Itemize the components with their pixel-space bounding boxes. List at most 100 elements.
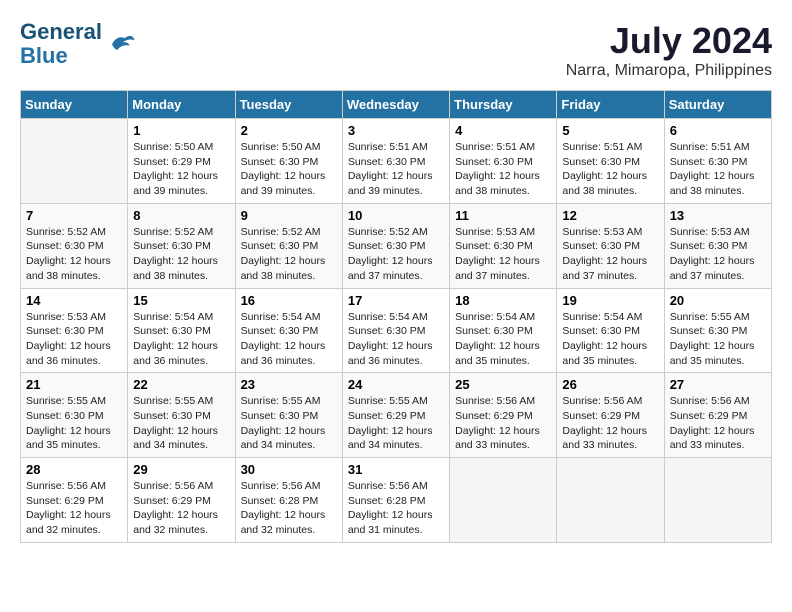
calendar-cell: 23 Sunrise: 5:55 AM Sunset: 6:30 PM Dayli…	[235, 373, 342, 458]
page-header: GeneralBlue July 2024 Narra, Mimaropa, P…	[20, 20, 772, 80]
logo-text: GeneralBlue	[20, 20, 102, 68]
day-number: 21	[26, 377, 122, 392]
calendar-cell	[557, 458, 664, 543]
weekday-header-tuesday: Tuesday	[235, 91, 342, 119]
calendar-cell: 25Sunrise: 5:56 AM Sunset: 6:29 PM Dayli…	[450, 373, 557, 458]
day-number: 11	[455, 208, 551, 223]
calendar-cell: 4 Sunrise: 5:51 AM Sunset: 6:30 PM Daylig…	[450, 119, 557, 204]
logo-bird-icon	[106, 29, 136, 59]
cell-content: Sunrise: 5:51 AM Sunset: 6:30 PM Dayligh…	[670, 140, 766, 199]
day-number: 12	[562, 208, 658, 223]
cell-content: Sunrise: 5:51 AM Sunset: 6:30 PM Dayligh…	[562, 140, 658, 199]
weekday-header-monday: Monday	[128, 91, 235, 119]
cell-content: Sunrise: 5:55 AM Sunset: 6:30 PM Dayligh…	[241, 394, 337, 453]
day-number: 8	[133, 208, 229, 223]
day-number: 18	[455, 293, 551, 308]
calendar-cell: 27 Sunrise: 5:56 AM Sunset: 6:29 PM Dayli…	[664, 373, 771, 458]
cell-content: Sunrise: 5:53 AM Sunset: 6:30 PM Dayligh…	[26, 310, 122, 369]
calendar-cell: 29 Sunrise: 5:56 AM Sunset: 6:29 PM Dayli…	[128, 458, 235, 543]
calendar-cell: 17Sunrise: 5:54 AM Sunset: 6:30 PM Dayli…	[342, 288, 449, 373]
weekday-header-wednesday: Wednesday	[342, 91, 449, 119]
calendar-week-row: 7 Sunrise: 5:52 AM Sunset: 6:30 PM Daylig…	[21, 203, 772, 288]
day-number: 4	[455, 123, 551, 138]
calendar-cell: 30Sunrise: 5:56 AM Sunset: 6:28 PM Dayli…	[235, 458, 342, 543]
day-number: 5	[562, 123, 658, 138]
cell-content: Sunrise: 5:54 AM Sunset: 6:30 PM Dayligh…	[455, 310, 551, 369]
cell-content: Sunrise: 5:56 AM Sunset: 6:29 PM Dayligh…	[562, 394, 658, 453]
cell-content: Sunrise: 5:52 AM Sunset: 6:30 PM Dayligh…	[241, 225, 337, 284]
calendar-cell: 2 Sunrise: 5:50 AM Sunset: 6:30 PM Daylig…	[235, 119, 342, 204]
day-number: 6	[670, 123, 766, 138]
day-number: 27	[670, 377, 766, 392]
day-number: 15	[133, 293, 229, 308]
cell-content: Sunrise: 5:56 AM Sunset: 6:29 PM Dayligh…	[26, 479, 122, 538]
calendar-cell	[450, 458, 557, 543]
day-number: 28	[26, 462, 122, 477]
calendar-cell: 12 Sunrise: 5:53 AM Sunset: 6:30 PM Dayli…	[557, 203, 664, 288]
calendar-cell: 19 Sunrise: 5:54 AM Sunset: 6:30 PM Dayli…	[557, 288, 664, 373]
cell-content: Sunrise: 5:56 AM Sunset: 6:28 PM Dayligh…	[348, 479, 444, 538]
cell-content: Sunrise: 5:50 AM Sunset: 6:30 PM Dayligh…	[241, 140, 337, 199]
calendar-cell: 14Sunrise: 5:53 AM Sunset: 6:30 PM Dayli…	[21, 288, 128, 373]
calendar-cell: 22 Sunrise: 5:55 AM Sunset: 6:30 PM Dayli…	[128, 373, 235, 458]
cell-content: Sunrise: 5:53 AM Sunset: 6:30 PM Dayligh…	[562, 225, 658, 284]
day-number: 1	[133, 123, 229, 138]
calendar-cell: 16Sunrise: 5:54 AM Sunset: 6:30 PM Dayli…	[235, 288, 342, 373]
calendar-cell: 11Sunrise: 5:53 AM Sunset: 6:30 PM Dayli…	[450, 203, 557, 288]
calendar-week-row: 21 Sunrise: 5:55 AM Sunset: 6:30 PM Dayli…	[21, 373, 772, 458]
calendar-cell: 1Sunrise: 5:50 AM Sunset: 6:29 PM Daylig…	[128, 119, 235, 204]
day-number: 20	[670, 293, 766, 308]
calendar-cell: 18 Sunrise: 5:54 AM Sunset: 6:30 PM Dayli…	[450, 288, 557, 373]
calendar-week-row: 28 Sunrise: 5:56 AM Sunset: 6:29 PM Dayli…	[21, 458, 772, 543]
calendar-cell: 5 Sunrise: 5:51 AM Sunset: 6:30 PM Daylig…	[557, 119, 664, 204]
day-number: 16	[241, 293, 337, 308]
cell-content: Sunrise: 5:56 AM Sunset: 6:28 PM Dayligh…	[241, 479, 337, 538]
weekday-header-friday: Friday	[557, 91, 664, 119]
day-number: 13	[670, 208, 766, 223]
day-number: 2	[241, 123, 337, 138]
calendar-cell: 9Sunrise: 5:52 AM Sunset: 6:30 PM Daylig…	[235, 203, 342, 288]
calendar-cell: 8Sunrise: 5:52 AM Sunset: 6:30 PM Daylig…	[128, 203, 235, 288]
main-title: July 2024	[566, 20, 772, 62]
day-number: 7	[26, 208, 122, 223]
cell-content: Sunrise: 5:56 AM Sunset: 6:29 PM Dayligh…	[670, 394, 766, 453]
cell-content: Sunrise: 5:51 AM Sunset: 6:30 PM Dayligh…	[455, 140, 551, 199]
calendar-cell: 26 Sunrise: 5:56 AM Sunset: 6:29 PM Dayli…	[557, 373, 664, 458]
calendar-cell: 15 Sunrise: 5:54 AM Sunset: 6:30 PM Dayli…	[128, 288, 235, 373]
calendar-week-row: 14Sunrise: 5:53 AM Sunset: 6:30 PM Dayli…	[21, 288, 772, 373]
cell-content: Sunrise: 5:56 AM Sunset: 6:29 PM Dayligh…	[455, 394, 551, 453]
cell-content: Sunrise: 5:54 AM Sunset: 6:30 PM Dayligh…	[348, 310, 444, 369]
day-number: 22	[133, 377, 229, 392]
calendar-cell: 21 Sunrise: 5:55 AM Sunset: 6:30 PM Dayli…	[21, 373, 128, 458]
subtitle: Narra, Mimaropa, Philippines	[566, 62, 772, 80]
cell-content: Sunrise: 5:55 AM Sunset: 6:30 PM Dayligh…	[26, 394, 122, 453]
day-number: 3	[348, 123, 444, 138]
calendar-cell	[664, 458, 771, 543]
cell-content: Sunrise: 5:52 AM Sunset: 6:30 PM Dayligh…	[26, 225, 122, 284]
cell-content: Sunrise: 5:55 AM Sunset: 6:29 PM Dayligh…	[348, 394, 444, 453]
calendar-week-row: 1Sunrise: 5:50 AM Sunset: 6:29 PM Daylig…	[21, 119, 772, 204]
weekday-header-saturday: Saturday	[664, 91, 771, 119]
day-number: 10	[348, 208, 444, 223]
day-number: 23	[241, 377, 337, 392]
calendar-cell: 13 Sunrise: 5:53 AM Sunset: 6:30 PM Dayli…	[664, 203, 771, 288]
calendar-cell: 6 Sunrise: 5:51 AM Sunset: 6:30 PM Daylig…	[664, 119, 771, 204]
calendar-cell: 20Sunrise: 5:55 AM Sunset: 6:30 PM Dayli…	[664, 288, 771, 373]
day-number: 24	[348, 377, 444, 392]
title-block: July 2024 Narra, Mimaropa, Philippines	[566, 20, 772, 80]
cell-content: Sunrise: 5:54 AM Sunset: 6:30 PM Dayligh…	[133, 310, 229, 369]
day-number: 29	[133, 462, 229, 477]
calendar-cell	[21, 119, 128, 204]
day-number: 19	[562, 293, 658, 308]
cell-content: Sunrise: 5:55 AM Sunset: 6:30 PM Dayligh…	[133, 394, 229, 453]
cell-content: Sunrise: 5:56 AM Sunset: 6:29 PM Dayligh…	[133, 479, 229, 538]
cell-content: Sunrise: 5:53 AM Sunset: 6:30 PM Dayligh…	[670, 225, 766, 284]
cell-content: Sunrise: 5:54 AM Sunset: 6:30 PM Dayligh…	[562, 310, 658, 369]
calendar-header-row: SundayMondayTuesdayWednesdayThursdayFrid…	[21, 91, 772, 119]
weekday-header-sunday: Sunday	[21, 91, 128, 119]
day-number: 26	[562, 377, 658, 392]
calendar-cell: 31Sunrise: 5:56 AM Sunset: 6:28 PM Dayli…	[342, 458, 449, 543]
calendar-cell: 3Sunrise: 5:51 AM Sunset: 6:30 PM Daylig…	[342, 119, 449, 204]
calendar-body: 1Sunrise: 5:50 AM Sunset: 6:29 PM Daylig…	[21, 119, 772, 543]
calendar-cell: 28 Sunrise: 5:56 AM Sunset: 6:29 PM Dayli…	[21, 458, 128, 543]
